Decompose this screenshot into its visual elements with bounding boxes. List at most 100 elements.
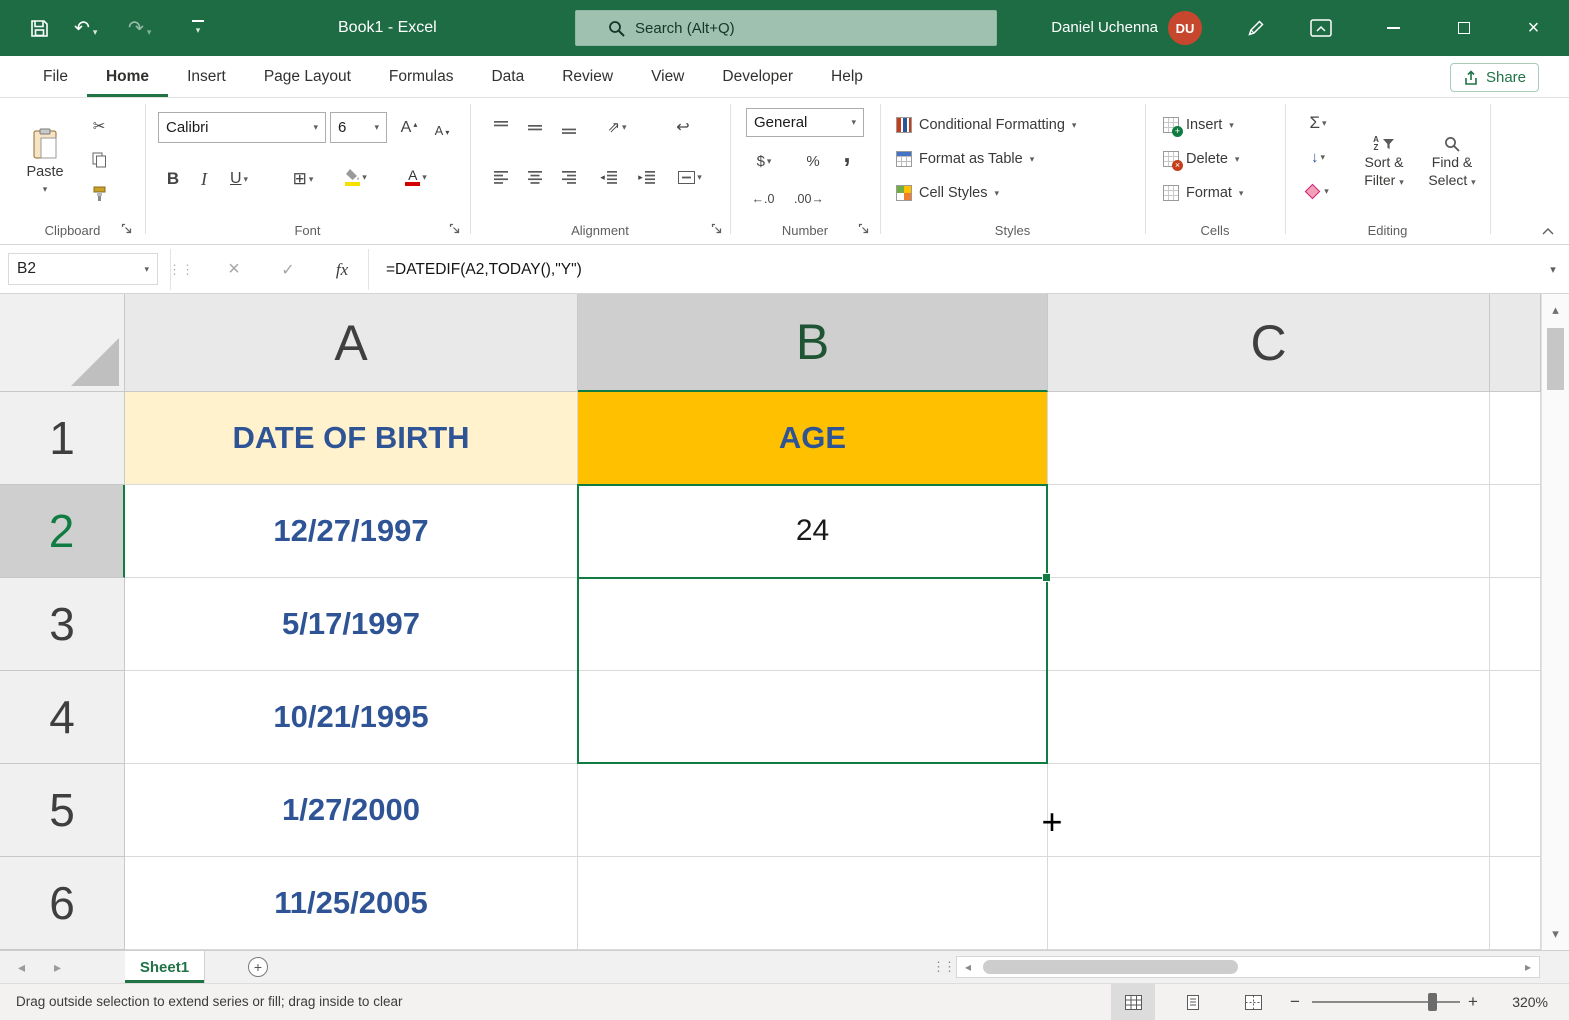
format-cells-button[interactable]: Format ▾	[1163, 178, 1243, 208]
tab-view[interactable]: View	[632, 56, 703, 97]
sheet-tab-sheet1[interactable]: Sheet1	[125, 951, 205, 983]
scroll-right-icon[interactable]: ▸	[1517, 960, 1539, 974]
cell-B6[interactable]	[578, 857, 1048, 950]
sheet-nav-right-button[interactable]: ▸	[54, 951, 61, 983]
find-select-button[interactable]: Find & Select ▾	[1420, 106, 1484, 218]
cell-C3[interactable]	[1048, 578, 1490, 671]
cell-D2[interactable]	[1490, 485, 1541, 578]
vertical-scrollbar[interactable]: ▴ ▾	[1541, 294, 1569, 950]
column-header-d[interactable]	[1490, 294, 1541, 392]
cell-B4[interactable]	[578, 671, 1048, 764]
wrap-text-button[interactable]: ↩	[668, 112, 698, 142]
row-header-2[interactable]: 2	[0, 485, 125, 578]
normal-view-button[interactable]	[1111, 984, 1155, 1020]
paste-button[interactable]: Paste ▾	[16, 106, 74, 216]
format-painter-button[interactable]	[84, 180, 114, 208]
horizontal-scroll-track[interactable]	[979, 957, 1517, 977]
cut-button[interactable]: ✂	[84, 112, 114, 140]
maximize-button[interactable]	[1440, 0, 1487, 56]
cell-A4[interactable]: 10/21/1995	[125, 671, 578, 764]
percent-style-button[interactable]: %	[800, 146, 826, 176]
tab-review[interactable]: Review	[543, 56, 632, 97]
merge-center-button[interactable]: ▾	[668, 162, 712, 192]
tab-page-layout[interactable]: Page Layout	[245, 56, 370, 97]
cell-C6[interactable]	[1048, 857, 1490, 950]
zoom-slider-thumb[interactable]	[1428, 993, 1437, 1011]
cancel-button[interactable]: ×	[214, 245, 254, 294]
tab-insert[interactable]: Insert	[168, 56, 245, 97]
cell-B2[interactable]: 24	[578, 485, 1048, 578]
close-button[interactable]: ×	[1510, 0, 1557, 56]
accounting-format-button[interactable]: $ ▾	[748, 146, 780, 176]
row-header-6[interactable]: 6	[0, 857, 125, 950]
save-button[interactable]	[30, 0, 49, 56]
row-header-3[interactable]: 3	[0, 578, 125, 671]
italic-button[interactable]: I	[192, 164, 216, 194]
font-size-combo[interactable]: 6 ▾	[330, 112, 387, 143]
align-left-button[interactable]	[486, 162, 516, 192]
increase-decimal-button[interactable]: ←.0	[744, 184, 782, 214]
cell-D3[interactable]	[1490, 578, 1541, 671]
tab-data[interactable]: Data	[472, 56, 543, 97]
cell-D5[interactable]	[1490, 764, 1541, 857]
scroll-up-icon[interactable]: ▴	[1542, 302, 1569, 318]
cell-D4[interactable]	[1490, 671, 1541, 764]
delete-cells-button[interactable]: × Delete ▾	[1163, 144, 1239, 174]
cell-B5[interactable]	[578, 764, 1048, 857]
middle-align-button[interactable]	[520, 112, 550, 142]
scroll-down-icon[interactable]: ▾	[1542, 926, 1569, 942]
comma-style-button[interactable]: ,	[836, 138, 858, 168]
copy-button[interactable]	[84, 146, 114, 174]
decrease-indent-button[interactable]: ◂	[592, 162, 626, 192]
bold-button[interactable]: B	[160, 164, 186, 194]
minimize-button[interactable]	[1370, 0, 1417, 56]
column-header-b[interactable]: B	[578, 294, 1048, 392]
horizontal-scrollbar[interactable]: ◂ ▸	[956, 956, 1540, 978]
tab-help[interactable]: Help	[812, 56, 882, 97]
zoom-slider[interactable]	[1312, 1001, 1460, 1003]
fill-handle[interactable]	[1042, 573, 1051, 582]
fill-color-button[interactable]: ▾	[336, 162, 376, 192]
align-center-button[interactable]	[520, 162, 550, 192]
scroll-left-icon[interactable]: ◂	[957, 960, 979, 974]
avatar[interactable]: DU	[1168, 11, 1202, 45]
tab-file[interactable]: File	[24, 56, 87, 97]
increase-font-size-button[interactable]: A▴	[394, 113, 424, 143]
inking-pen-button[interactable]	[1246, 0, 1266, 56]
undo-button[interactable]: ↶ ▾	[74, 0, 97, 56]
bottom-align-button[interactable]	[554, 112, 584, 142]
cell-A6[interactable]: 11/25/2005	[125, 857, 578, 950]
row-header-5[interactable]: 5	[0, 764, 125, 857]
zoom-out-button[interactable]: −	[1290, 984, 1300, 1020]
font-name-combo[interactable]: Calibri ▾	[158, 112, 326, 143]
quick-access-customize-button[interactable]: ▾	[192, 0, 204, 56]
insert-cells-button[interactable]: + Insert ▾	[1163, 110, 1234, 140]
font-color-button[interactable]: A ▾	[396, 162, 436, 192]
cell-A1[interactable]: DATE OF BIRTH	[125, 392, 578, 485]
expand-formula-bar-button[interactable]: ▾	[1542, 245, 1564, 294]
cell-A5[interactable]: 1/27/2000	[125, 764, 578, 857]
column-header-a[interactable]: A	[125, 294, 578, 392]
insert-function-button[interactable]: fx	[322, 245, 362, 294]
format-as-table-button[interactable]: Format as Table ▾	[896, 144, 1034, 174]
column-header-c[interactable]: C	[1048, 294, 1490, 392]
ribbon-display-options-button[interactable]	[1310, 0, 1332, 56]
tab-home[interactable]: Home	[87, 56, 168, 97]
share-button[interactable]: Share	[1450, 63, 1539, 92]
cell-D1[interactable]	[1490, 392, 1541, 485]
horizontal-scroll-thumb[interactable]	[983, 960, 1238, 974]
search-box[interactable]: Search (Alt+Q)	[575, 10, 997, 46]
row-header-1[interactable]: 1	[0, 392, 125, 485]
align-right-button[interactable]	[554, 162, 584, 192]
cell-B1[interactable]: AGE	[578, 392, 1048, 485]
enter-button[interactable]: ✓	[268, 245, 308, 294]
increase-indent-button[interactable]: ▸	[630, 162, 664, 192]
conditional-formatting-button[interactable]: Conditional Formatting ▾	[896, 110, 1076, 140]
row-header-4[interactable]: 4	[0, 671, 125, 764]
fill-button[interactable]: ↓ ▾	[1298, 142, 1338, 172]
cell-A2[interactable]: 12/27/1997	[125, 485, 578, 578]
cell-B3[interactable]	[578, 578, 1048, 671]
cell-D6[interactable]	[1490, 857, 1541, 950]
cell-C1[interactable]	[1048, 392, 1490, 485]
decrease-decimal-button[interactable]: .00→	[788, 184, 830, 214]
